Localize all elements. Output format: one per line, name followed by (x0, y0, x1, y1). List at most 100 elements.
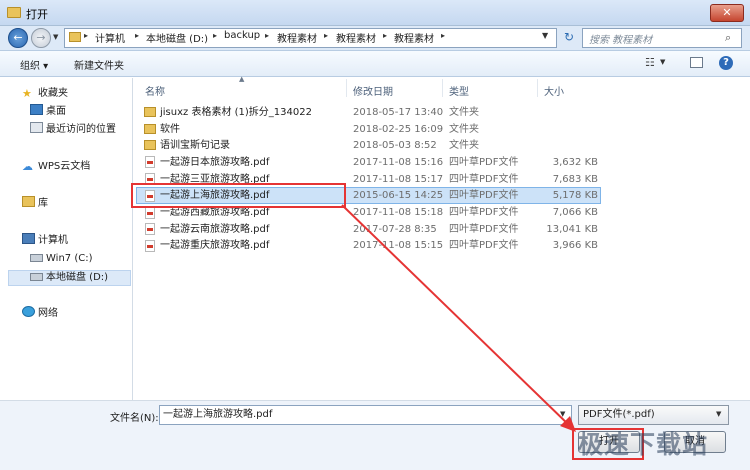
file-name[interactable]: 一起游云南旅游攻略.pdf (160, 221, 269, 238)
sidebar-item-libraries[interactable]: 库 (22, 196, 48, 212)
file-name[interactable]: 软件 (160, 121, 180, 138)
pdf-file-icon (145, 156, 155, 168)
pdf-file-icon (145, 223, 155, 235)
file-type: 文件夹 (449, 124, 479, 135)
file-size: 7,066 KB (552, 207, 598, 218)
chevron-right-icon[interactable]: ▸ (135, 31, 139, 40)
sidebar-item-recent[interactable]: 最近访问的位置 (30, 122, 116, 138)
file-name[interactable]: 语训宝斯句记录 (160, 137, 230, 154)
breadcrumb-backup[interactable]: backup (224, 30, 260, 41)
file-type: 四叶草PDF文件 (449, 240, 519, 251)
file-name[interactable]: 一起游重庆旅游攻略.pdf (160, 237, 269, 254)
sidebar-item-computer[interactable]: 计算机 (22, 233, 68, 249)
filename-label: 文件名(N): (110, 413, 159, 424)
breadcrumb-computer[interactable]: 计算机 (95, 30, 125, 45)
file-date: 2017-11-08 15:15 (353, 240, 444, 251)
view-dropdown-icon[interactable]: ▼ (660, 58, 665, 66)
file-type: 四叶草PDF文件 (449, 157, 519, 168)
column-divider[interactable] (442, 79, 443, 97)
file-date: 2017-11-08 15:17 (353, 174, 444, 185)
file-size: 5,178 KB (552, 190, 598, 201)
chevron-right-icon[interactable]: ▸ (324, 31, 328, 40)
search-placeholder: 搜索 教程素材 (589, 35, 653, 46)
folder-icon (69, 32, 81, 42)
folder-icon (144, 140, 156, 150)
file-type: 四叶草PDF文件 (449, 174, 519, 185)
preview-pane-icon[interactable] (690, 57, 703, 68)
folder-icon (144, 107, 156, 117)
view-options-icon[interactable]: ☷ (645, 56, 655, 69)
sidebar-item-network[interactable]: 网络 (22, 306, 58, 322)
file-size: 3,632 KB (552, 157, 598, 168)
forward-button[interactable]: → (31, 28, 51, 48)
file-size (540, 137, 598, 154)
breadcrumb-folder[interactable]: 教程素材 (336, 30, 376, 45)
column-header-date[interactable]: 修改日期 (353, 83, 393, 98)
column-header-type[interactable]: 类型 (449, 83, 469, 98)
recent-icon (30, 122, 43, 133)
column-header-size[interactable]: 大小 (544, 83, 564, 98)
title-bar (0, 0, 750, 26)
file-size (540, 121, 598, 138)
file-size: 7,683 KB (552, 174, 598, 185)
watermark: 极速下载站 (578, 430, 709, 459)
organize-button[interactable]: 组织 ▾ (20, 57, 48, 72)
file-name[interactable]: jisuxz 表格素材 (1)拆分_134022 (160, 104, 312, 121)
file-date: 2017-07-28 8:35 (353, 224, 437, 235)
sidebar-item-drive-d[interactable]: 本地磁盘 (D:) (30, 270, 108, 286)
breadcrumb-drive-d[interactable]: 本地磁盘 (D:) (146, 30, 208, 45)
chevron-right-icon[interactable]: ▸ (383, 31, 387, 40)
file-type: 四叶草PDF文件 (449, 190, 519, 201)
file-size (540, 104, 598, 121)
chevron-right-icon[interactable]: ▸ (441, 31, 445, 40)
column-divider[interactable] (537, 79, 538, 97)
star-icon: ★ (22, 87, 32, 100)
file-date: 2015-06-15 14:25 (353, 190, 444, 201)
column-divider[interactable] (346, 79, 347, 97)
file-date: 2017-11-08 15:16 (353, 157, 444, 168)
filetype-select[interactable]: PDF文件(*.pdf) (578, 405, 729, 425)
filename-dropdown-icon[interactable]: ▼ (560, 410, 565, 418)
file-size: 3,966 KB (552, 240, 598, 251)
computer-icon (22, 233, 35, 244)
file-type: 四叶草PDF文件 (449, 224, 519, 235)
sidebar-item-drive-c[interactable]: Win7 (C:) (30, 251, 92, 267)
search-icon[interactable]: ⌕ (725, 31, 731, 45)
chevron-right-icon[interactable]: ▸ (213, 31, 217, 40)
pdf-file-icon (145, 207, 155, 219)
chevron-right-icon[interactable]: ▸ (265, 31, 269, 40)
breadcrumb-folder[interactable]: 教程素材 (394, 30, 434, 45)
annotation-highlight-box (131, 183, 346, 208)
sidebar-item-favorites[interactable]: ★ 收藏夹 (22, 86, 68, 102)
file-type: 文件夹 (449, 107, 479, 118)
file-date: 2017-11-08 15:18 (353, 207, 444, 218)
filename-input[interactable]: 一起游上海旅游攻略.pdf (159, 405, 572, 425)
sort-ascending-icon: ▲ (239, 75, 245, 83)
desktop-icon (30, 104, 43, 115)
folder-icon (7, 7, 21, 18)
sidebar-item-desktop[interactable]: 桌面 (30, 104, 66, 120)
file-date: 2018-02-25 16:09 (353, 124, 444, 135)
drive-icon (30, 254, 43, 262)
new-folder-button[interactable]: 新建文件夹 (74, 57, 124, 72)
filetype-dropdown-icon[interactable]: ▼ (716, 410, 721, 418)
sidebar-item-wps-cloud[interactable]: ☁ WPS云文档 (22, 159, 90, 175)
file-date: 2018-05-17 13:40 (353, 107, 444, 118)
file-type: 文件夹 (449, 140, 479, 151)
file-name[interactable]: 一起游日本旅游攻略.pdf (160, 154, 269, 171)
file-date: 2018-05-03 8:52 (353, 140, 437, 151)
address-dropdown-icon[interactable]: ▼ (542, 31, 548, 40)
refresh-button[interactable]: ↻ (560, 28, 578, 48)
column-header-name[interactable]: 名称 (145, 83, 165, 98)
cloud-icon: ☁ (22, 160, 33, 173)
help-icon[interactable]: ? (719, 56, 733, 70)
back-button[interactable]: ← (8, 28, 28, 48)
close-button[interactable]: ✕ (710, 4, 744, 22)
library-icon (22, 196, 35, 207)
file-size: 13,041 KB (546, 224, 598, 235)
breadcrumb-folder[interactable]: 教程素材 (277, 30, 317, 45)
recent-locations-dropdown-icon[interactable]: ▼ (53, 33, 58, 41)
chevron-right-icon[interactable]: ▸ (84, 31, 88, 40)
pdf-file-icon (145, 240, 155, 252)
folder-icon (144, 124, 156, 134)
